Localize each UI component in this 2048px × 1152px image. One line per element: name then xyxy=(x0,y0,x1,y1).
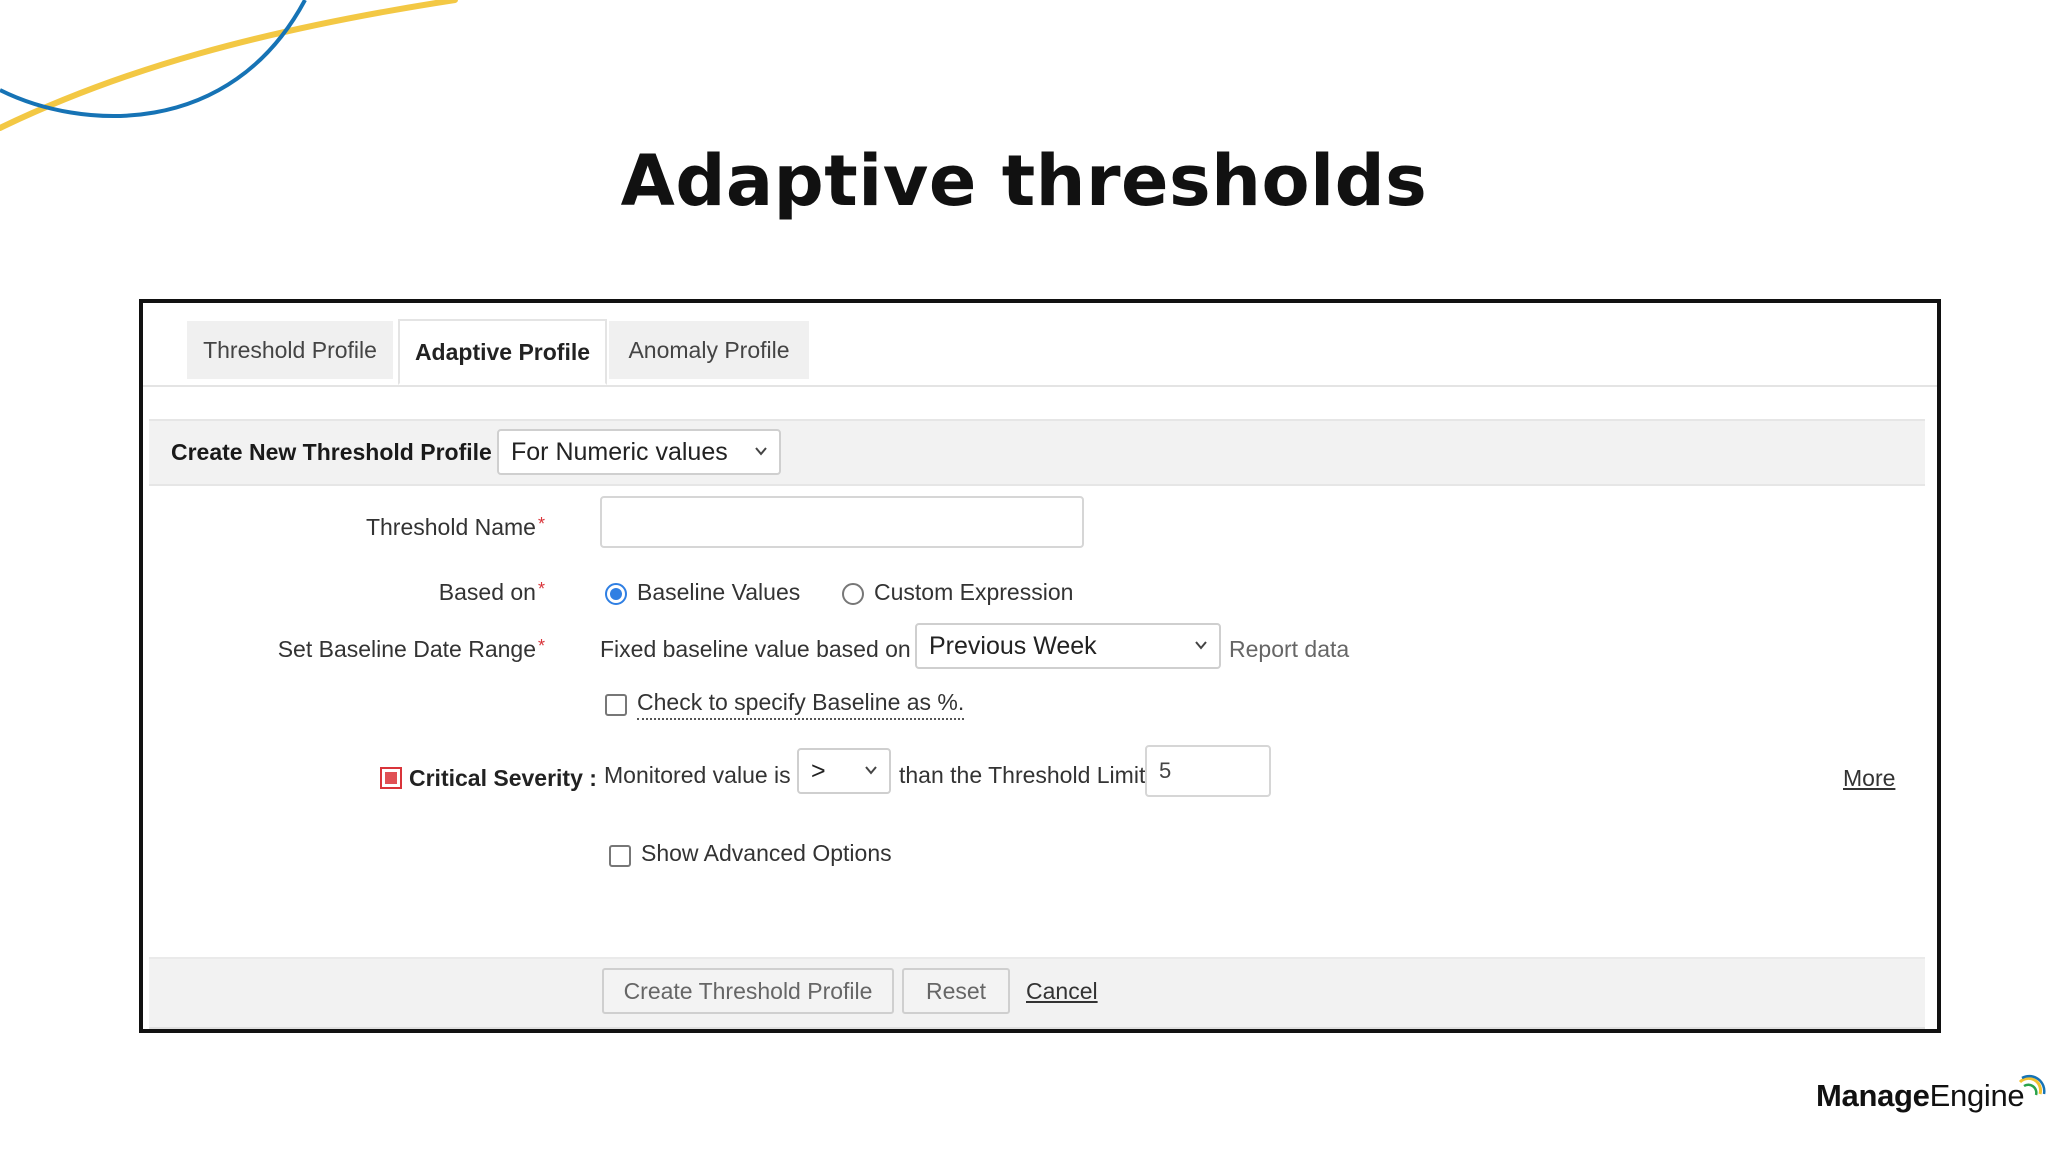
baseline-date-range-label: Set Baseline Date Range * xyxy=(278,636,545,663)
threshold-name-label: Threshold Name * xyxy=(366,514,545,541)
baseline-period-value: Previous Week xyxy=(929,632,1097,660)
threshold-name-label-text: Threshold Name xyxy=(365,514,536,540)
critical-severity-icon xyxy=(380,767,402,789)
threshold-profile-panel: Threshold Profile Adaptive Profile Anoma… xyxy=(139,299,1941,1033)
create-profile-label: Create New Threshold Profile xyxy=(171,439,492,465)
tab-bar: Threshold Profile Adaptive Profile Anoma… xyxy=(143,303,1937,387)
baseline-period-select[interactable]: Previous Week xyxy=(915,623,1221,669)
brand-bold: Manage xyxy=(1816,1078,1930,1113)
form-body: Threshold Name * Based on * Baseline Value… xyxy=(149,484,1925,954)
chevron-down-icon xyxy=(1195,641,1207,650)
chevron-down-icon xyxy=(755,447,767,456)
reset-button[interactable]: Reset xyxy=(902,968,1010,1014)
required-mark: * xyxy=(537,514,545,534)
form-actions: Create Threshold Profile Reset Cancel xyxy=(149,957,1925,1029)
tab-anomaly-profile[interactable]: Anomaly Profile xyxy=(609,321,809,379)
manageengine-logo: ManageEngine xyxy=(1816,1074,2046,1114)
chevron-down-icon xyxy=(865,766,877,775)
report-data-text: Report data xyxy=(1229,636,1350,662)
based-on-label: Based on * xyxy=(439,579,545,606)
operator-value: > xyxy=(811,757,826,785)
tab-threshold-profile[interactable]: Threshold Profile xyxy=(187,321,393,379)
baseline-values-label: Baseline Values xyxy=(637,579,801,605)
required-mark: * xyxy=(537,579,545,599)
threshold-name-input[interactable] xyxy=(600,496,1084,548)
critical-severity-label: Critical Severity : xyxy=(409,765,597,791)
create-threshold-profile-button[interactable]: Create Threshold Profile xyxy=(602,968,894,1014)
baseline-percent-checkbox[interactable] xyxy=(605,694,627,716)
threshold-limit-input[interactable]: 5 xyxy=(1145,745,1271,797)
custom-expression-radio[interactable] xyxy=(842,583,864,605)
required-mark: * xyxy=(537,636,545,656)
show-advanced-label: Show Advanced Options xyxy=(641,840,892,866)
decorative-swoosh xyxy=(0,0,458,131)
more-link[interactable]: More xyxy=(1843,765,1895,792)
tab-adaptive-profile[interactable]: Adaptive Profile xyxy=(398,319,607,385)
baseline-prefix-text: Fixed baseline value based on xyxy=(600,636,911,662)
based-on-label-text: Based on xyxy=(438,579,536,605)
profile-type-value: For Numeric values xyxy=(511,438,728,466)
monitored-value-text: Monitored value is xyxy=(604,762,791,788)
brand-regular: Engine xyxy=(1929,1078,2025,1113)
baseline-date-range-label-text: Set Baseline Date Range xyxy=(277,636,536,662)
baseline-values-radio[interactable] xyxy=(605,583,627,605)
create-profile-header: Create New Threshold Profile For Numeric… xyxy=(149,419,1925,486)
threshold-limit-text: than the Threshold Limit xyxy=(899,762,1146,788)
slide-title: Adaptive thresholds xyxy=(620,140,1428,222)
show-advanced-checkbox[interactable] xyxy=(609,845,631,867)
operator-select[interactable]: > xyxy=(797,748,891,794)
custom-expression-label: Custom Expression xyxy=(874,579,1074,605)
baseline-percent-label[interactable]: Check to specify Baseline as %. xyxy=(637,689,965,720)
cancel-link[interactable]: Cancel xyxy=(1026,978,1098,1005)
brand-arc-icon xyxy=(2019,1074,2046,1096)
profile-type-select[interactable]: For Numeric values xyxy=(497,429,781,475)
